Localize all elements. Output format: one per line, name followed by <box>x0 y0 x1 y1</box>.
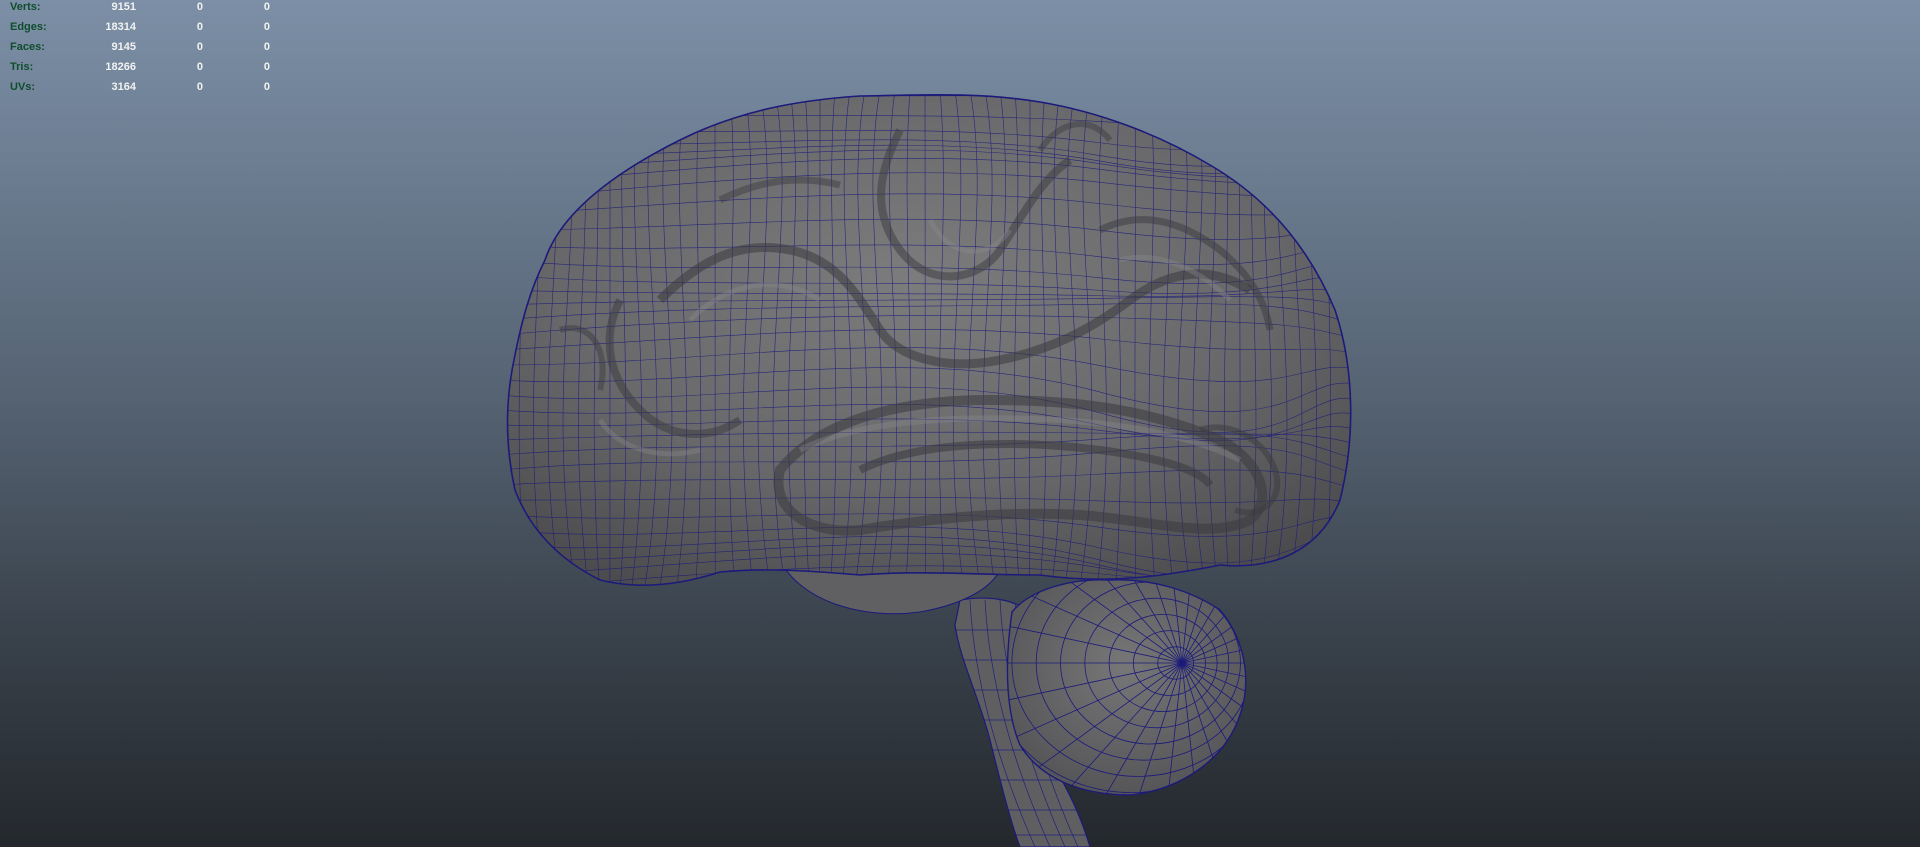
hud-label: Tris: <box>10 61 34 73</box>
hud-component-value: 0 <box>263 61 270 73</box>
hud-row-faces: Faces: 9145 0 0 <box>10 37 270 57</box>
hud-row-edges: Edges: 18314 0 0 <box>10 17 270 37</box>
3d-viewport[interactable]: Verts: 9151 0 0 Edges: 18314 0 0 Faces: … <box>0 0 1920 847</box>
poly-count-hud: Verts: 9151 0 0 Edges: 18314 0 0 Faces: … <box>10 0 270 97</box>
hud-component-value: 0 <box>263 41 270 53</box>
hud-row-verts: Verts: 9151 0 0 <box>10 0 270 17</box>
hud-row-uvs: UVs: 3164 0 0 <box>10 77 270 97</box>
hud-total-value: 18314 <box>105 21 136 33</box>
hud-row-tris: Tris: 18266 0 0 <box>10 57 270 77</box>
hud-total-value: 9145 <box>111 41 136 53</box>
hud-selected-value: 0 <box>196 1 203 13</box>
hud-total-value: 9151 <box>111 1 136 13</box>
hud-component-value: 0 <box>263 1 270 13</box>
hud-component-value: 0 <box>263 81 270 93</box>
hud-total-value: 18266 <box>105 61 136 73</box>
hud-selected-value: 0 <box>196 61 203 73</box>
cerebrum <box>506 93 1352 587</box>
hud-label: UVs: <box>10 81 36 93</box>
hud-label: Faces: <box>10 41 45 53</box>
brain-mesh-model[interactable] <box>0 0 1920 847</box>
hud-label: Verts: <box>10 1 41 13</box>
hud-selected-value: 0 <box>196 81 203 93</box>
hud-component-value: 0 <box>263 21 270 33</box>
hud-label: Edges: <box>10 21 47 33</box>
hud-total-value: 3164 <box>111 81 136 93</box>
hud-selected-value: 0 <box>196 41 203 53</box>
hud-selected-value: 0 <box>196 21 203 33</box>
